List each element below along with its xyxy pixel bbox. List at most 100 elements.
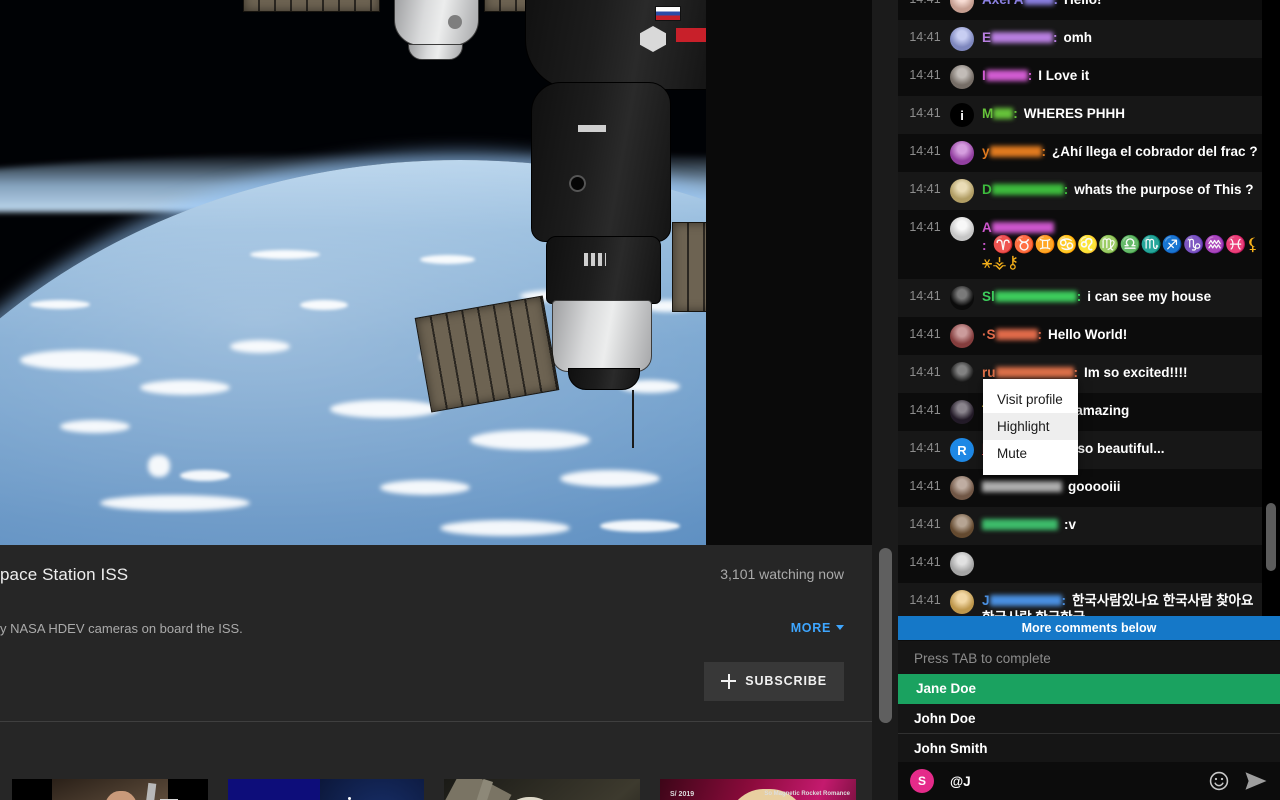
antenna-boom: [632, 390, 634, 448]
autocomplete-option-john-smith[interactable]: John Smith: [898, 734, 1280, 763]
chat-message-input[interactable]: [950, 773, 1208, 789]
chat-message-row[interactable]: 14:41 gooooiii: [898, 469, 1280, 507]
chat-message-timestamp: 14:41: [902, 0, 948, 6]
avatar[interactable]: [950, 286, 974, 310]
hatch-window: [569, 175, 586, 192]
plus-icon: [721, 673, 737, 689]
autocomplete-option-john-doe[interactable]: John Doe: [898, 704, 1280, 734]
page-scrollbar-track[interactable]: [872, 0, 898, 800]
chat-message-timestamp: 14:41: [909, 479, 941, 493]
red-decal: [676, 28, 706, 42]
chat-author-name[interactable]: ru:: [982, 365, 1078, 380]
chat-message-body: ·S: Hello World!: [982, 324, 1266, 343]
avatar[interactable]: i: [950, 103, 974, 127]
more-comments-below-banner[interactable]: More comments below: [898, 616, 1280, 640]
chat-message-body: :v: [982, 514, 1266, 533]
chat-message-row[interactable]: 14:41: [898, 545, 1280, 583]
chat-message-row[interactable]: 14:41 Axel A: Hello!: [898, 0, 1280, 20]
chat-message-text: WHERES PHHH: [1023, 106, 1126, 121]
chat-message-timestamp: 14:41: [909, 220, 941, 234]
chat-author-name[interactable]: M:: [982, 106, 1018, 121]
chat-message-row[interactable]: 14:41 E: omh: [898, 20, 1280, 58]
iss-hardware: [0, 0, 706, 545]
chat-author-name[interactable]: ·S:: [982, 327, 1042, 342]
context-menu-item-mute[interactable]: Mute: [983, 440, 1078, 467]
avatar[interactable]: [950, 0, 974, 13]
chat-message-row[interactable]: 14:41 i M: WHERES PHHH: [898, 96, 1280, 134]
avatar[interactable]: [950, 514, 974, 538]
chat-message-row[interactable]: 14:41 I: I Love it: [898, 58, 1280, 96]
chat-message-row[interactable]: 14:41 y: ¿Ahí llega el cobrador del frac ?: [898, 134, 1280, 172]
video-title: pace Station ISS: [0, 565, 129, 584]
related-thumbnail[interactable]: S/ 2019 So Magnetic Rocket Romance: [660, 779, 856, 800]
chat-scrollbar-thumb[interactable]: [1266, 503, 1276, 571]
page-scrollbar-thumb[interactable]: [879, 548, 892, 723]
chat-message-row[interactable]: 14:41 J:한국사람있나요 한국사람 찾아요 한국사람 한국한국: [898, 583, 1280, 617]
subscribe-button[interactable]: SUBSCRIBE: [704, 661, 844, 701]
watching-count: 3,101 watching now: [720, 566, 844, 582]
chat-message-body: Axel A: Hello!: [982, 0, 1266, 8]
avatar[interactable]: [950, 65, 974, 89]
chat-author-name[interactable]: [982, 517, 1058, 532]
related-thumbnail[interactable]: HUBBLE: [228, 779, 424, 800]
context-menu-item-visit-profile[interactable]: Visit profile: [983, 386, 1078, 413]
avatar[interactable]: [950, 590, 974, 614]
video-player[interactable]: [0, 0, 706, 545]
chat-message-timestamp: 14:41: [909, 327, 941, 341]
chat-message-timestamp: 14:41: [909, 182, 941, 196]
chat-message-text: :v: [1064, 517, 1077, 532]
chat-author-name[interactable]: Sl:: [982, 289, 1081, 304]
chat-message-row[interactable]: 14:41 ·S: Hello World!: [898, 317, 1280, 355]
context-menu-item-highlight[interactable]: Highlight: [983, 413, 1078, 440]
avatar[interactable]: [950, 141, 974, 165]
soyuz-aft: [546, 236, 661, 304]
autocomplete-option-jane-doe[interactable]: Jane Doe: [898, 674, 1280, 704]
chat-message-row[interactable]: 14:41T:This is amazing: [898, 393, 1280, 431]
avatar[interactable]: S: [910, 769, 934, 793]
chat-author-name[interactable]: I:: [982, 68, 1032, 83]
chat-message-row[interactable]: 14:41RRose Doe:it's so beautiful...: [898, 431, 1280, 469]
avatar[interactable]: [950, 217, 974, 241]
chat-author-name[interactable]: J:: [982, 593, 1066, 608]
chat-message-body: J:한국사람있나요 한국사람 찾아요 한국사람 한국한국: [982, 590, 1266, 617]
chat-message-row[interactable]: 14:41 :v: [898, 507, 1280, 545]
chat-author-name[interactable]: y:: [982, 144, 1046, 159]
section-divider: [0, 721, 872, 722]
chat-message-timestamp: 14:41: [909, 403, 941, 417]
chat-author-name[interactable]: [982, 479, 1062, 494]
chat-scrollbar-track[interactable]: [1262, 0, 1280, 617]
avatar[interactable]: [950, 27, 974, 51]
related-thumbnail[interactable]: [12, 779, 208, 800]
avatar[interactable]: [950, 476, 974, 500]
chat-message-text: gooooiii: [1068, 479, 1121, 494]
chat-message-body: M: WHERES PHHH: [982, 103, 1266, 122]
send-paper-plane-icon[interactable]: [1244, 770, 1268, 792]
live-chat-message-list[interactable]: 14:41 Axel A: Hello! 14:41 E: omh 14:41 I: I Lov…: [898, 0, 1280, 617]
flag-decal: [655, 6, 681, 21]
chat-author-name[interactable]: D:: [982, 182, 1068, 197]
chat-message-timestamp: 14:41: [909, 517, 941, 531]
chat-message-row[interactable]: 14:41 D: whats the purpose of This ?: [898, 172, 1280, 210]
chat-message-body: y: ¿Ahí llega el cobrador del frac ?: [982, 141, 1266, 160]
chat-author-name[interactable]: E:: [982, 30, 1058, 45]
avatar[interactable]: [950, 400, 974, 424]
chat-message-row[interactable]: 14:41 ru: Im so excited!!!!: [898, 355, 1280, 393]
show-more-button[interactable]: MORE: [791, 620, 844, 635]
chat-message-row[interactable]: 14:41 Sl: i can see my house: [898, 279, 1280, 317]
chat-message-text: ♈♉♊♋♌♍♎♏♐♑♒♓⚸⚹⚶⚷: [982, 235, 1259, 272]
chat-author-name[interactable]: Axel A:: [982, 0, 1058, 7]
chat-message-body: [982, 552, 1266, 554]
chat-message-timestamp: 14:41: [909, 555, 941, 569]
avatar[interactable]: R: [950, 438, 974, 462]
avatar[interactable]: [950, 552, 974, 576]
chat-message-text: ¿Ahí llega el cobrador del frac ?: [1052, 144, 1258, 159]
avatar[interactable]: [950, 179, 974, 203]
avatar[interactable]: [950, 362, 974, 386]
avatar[interactable]: [950, 324, 974, 348]
chat-compose-bar: S: [898, 762, 1280, 800]
related-thumbnail[interactable]: [444, 779, 640, 800]
chat-user-context-menu: Visit profile Highlight Mute: [983, 379, 1078, 475]
smiley-face-icon[interactable]: [1208, 770, 1230, 792]
chat-message-row[interactable]: 14:41 A: ♈♉♊♋♌♍♎♏♐♑♒♓⚸⚹⚶⚷: [898, 210, 1280, 279]
chat-message-timestamp: 14:41: [909, 289, 941, 303]
